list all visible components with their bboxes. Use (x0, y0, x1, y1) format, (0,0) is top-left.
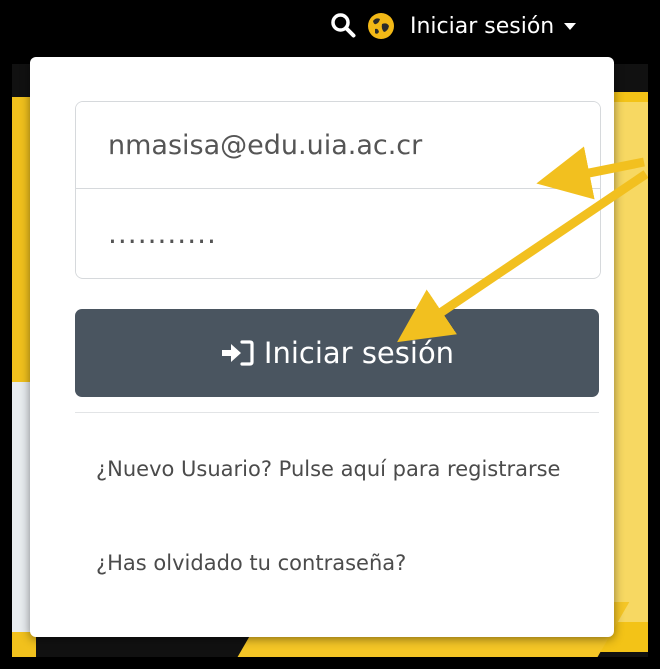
login-button-label: Iniciar sesión (263, 336, 455, 370)
register-link[interactable]: ¿Nuevo Usuario? Pulse aquí para registra… (96, 449, 576, 489)
credentials-group (75, 101, 601, 279)
login-button[interactable]: Iniciar sesión (75, 309, 599, 397)
sign-in-icon (221, 340, 254, 366)
email-field[interactable] (76, 102, 600, 189)
login-dropdown-toggle[interactable]: Iniciar sesión (410, 12, 577, 40)
forgot-password-link[interactable]: ¿Has olvidado tu contraseña? (96, 543, 576, 583)
login-dropdown-panel: Iniciar sesión ¿Nuevo Usuario? Pulse aqu… (30, 57, 614, 637)
password-field[interactable] (76, 190, 600, 277)
caret-down-icon (564, 22, 577, 30)
background-decoration (612, 102, 648, 622)
top-navigation-bar: Iniciar sesión (12, 2, 648, 64)
globe-icon[interactable] (367, 12, 395, 40)
search-icon[interactable] (330, 12, 356, 38)
screenshot-frame: Iniciar sesión Iniciar sesión ¿Nuevo Usu… (10, 0, 650, 659)
divider (75, 412, 599, 413)
login-dropdown-label: Iniciar sesión (410, 13, 555, 39)
